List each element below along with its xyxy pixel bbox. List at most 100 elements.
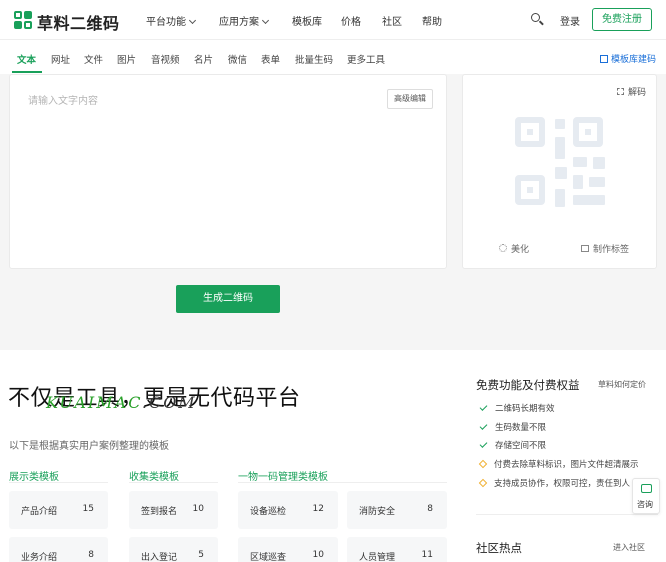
qr-preview-panel: 解码 美化 制作标签 (462, 74, 657, 269)
make-label-text: 制作标签 (593, 245, 630, 255)
consult-label: 咨询 (637, 500, 653, 509)
nav-help[interactable]: 帮助 (422, 13, 442, 28)
template-card-count: 10 (312, 550, 324, 560)
search-icon[interactable] (531, 13, 544, 26)
template-card-label: 人员管理 (359, 553, 396, 562)
enter-community-link[interactable]: 进入社区 (613, 542, 645, 553)
tab-url[interactable]: 网址 (51, 52, 70, 66)
template-card-label: 消防安全 (359, 507, 396, 517)
watermark-part-b: .COM (141, 393, 197, 412)
diamond-icon (478, 459, 488, 469)
tab-wechat[interactable]: 微信 (228, 52, 247, 66)
nav-community[interactable]: 社区 (382, 13, 402, 28)
community-hot-title: 社区热点 (476, 541, 522, 555)
benefit-text: 二维码长期有效 (495, 404, 555, 414)
watermark-part-a: KUAIMAC (46, 393, 142, 412)
benefit-text: 付费去除草料标识，图片文件超清展示 (494, 460, 639, 470)
divider (129, 482, 218, 483)
benefits-title: 免费功能及付费权益 (476, 378, 580, 392)
template-card-label: 产品介绍 (21, 507, 58, 517)
check-icon (479, 440, 488, 448)
template-card[interactable]: 设备巡检 12 (238, 491, 338, 529)
register-button[interactable]: 免费注册 (592, 8, 652, 31)
template-card[interactable]: 出入登记 5 (129, 537, 218, 562)
nav-pricing[interactable]: 价格 (341, 13, 361, 28)
diamond-icon (478, 478, 488, 488)
benefit-text: 生码数量不限 (495, 423, 547, 433)
tab-image[interactable]: 图片 (117, 52, 136, 66)
benefit-item: 生码数量不限 (479, 421, 547, 433)
editor-placeholder: 请输入文字内容 (28, 96, 98, 107)
brand-logo[interactable]: 草料二维码 (14, 8, 119, 33)
tab-more-tools[interactable]: 更多工具 (347, 52, 385, 66)
chat-icon (641, 484, 652, 493)
benefit-text: 存储空间不限 (495, 441, 547, 451)
paid-benefit-item: 支持成员协作，权限可控，责任到人 (478, 477, 631, 489)
paid-benefit-item: 付费去除草料标识，图片文件超清展示 (478, 458, 639, 470)
generate-qr-button[interactable]: 生成二维码 (176, 285, 280, 313)
template-card-label: 设备巡检 (250, 507, 287, 517)
tab-batch[interactable]: 批量生码 (295, 52, 333, 66)
category-display-title[interactable]: 展示类模板 (9, 468, 59, 483)
nav-platform-features[interactable]: 平台功能 (146, 13, 197, 28)
decode-label: 解码 (628, 88, 647, 98)
beautify-label: 美化 (511, 245, 530, 255)
consult-button[interactable]: 咨询 (632, 478, 660, 514)
template-card-count: 11 (421, 550, 433, 560)
top-header: 草料二维码 平台功能 应用方案 模板库 价格 社区 帮助 登录 免费注册 (0, 0, 666, 40)
chevron-down-icon (188, 16, 197, 25)
tab-audio-video[interactable]: 音视频 (151, 52, 180, 66)
content-type-tabs: 文本 网址 文件 图片 音视频 名片 微信 表单 批量生码 更多工具 模板库建码 (0, 40, 666, 74)
login-link[interactable]: 登录 (560, 13, 580, 28)
check-icon (479, 422, 488, 430)
benefit-text: 支持成员协作，权限可控，责任到人 (494, 479, 631, 489)
pricing-link[interactable]: 草料如何定价 (598, 379, 646, 390)
label-icon (581, 245, 589, 252)
watermark: KUAIMAC.COM (46, 393, 197, 412)
tab-text[interactable]: 文本 (17, 52, 36, 66)
category-management-title[interactable]: 一物一码管理类模板 (238, 468, 328, 483)
template-card-count: 8 (427, 504, 433, 514)
nav-solutions[interactable]: 应用方案 (219, 13, 270, 28)
benefit-item: 二维码长期有效 (479, 402, 555, 414)
template-card[interactable]: 人员管理 11 (347, 537, 447, 562)
template-card[interactable]: 签到报名 10 (129, 491, 218, 529)
template-card-count: 15 (82, 504, 94, 514)
beautify-button[interactable]: 美化 (499, 242, 529, 255)
text-editor[interactable]: 请输入文字内容 高级编辑 (9, 74, 447, 269)
qr-logo-icon (14, 11, 32, 29)
advanced-edit-button[interactable]: 高级编辑 (387, 89, 433, 109)
tab-file[interactable]: 文件 (84, 52, 103, 66)
template-card[interactable]: 消防安全 8 (347, 491, 447, 529)
template-create-link[interactable]: 模板库建码 (600, 52, 656, 65)
make-label-button[interactable]: 制作标签 (581, 242, 629, 255)
check-icon (479, 403, 488, 411)
template-card[interactable]: 业务介绍 8 (9, 537, 108, 562)
nav-template-library[interactable]: 模板库 (292, 13, 322, 28)
sparkle-icon (499, 244, 507, 252)
benefit-item: 存储空间不限 (479, 439, 547, 451)
category-collect-title[interactable]: 收集类模板 (129, 468, 179, 483)
template-card-count: 5 (198, 550, 204, 560)
template-link-label: 模板库建码 (611, 55, 657, 65)
tab-form[interactable]: 表单 (261, 52, 280, 66)
template-card[interactable]: 产品介绍 15 (9, 491, 108, 529)
template-card-count: 8 (88, 550, 94, 560)
qr-placeholder-icon (515, 117, 607, 209)
decode-button[interactable]: 解码 (617, 85, 646, 98)
template-card-count: 10 (192, 504, 204, 514)
template-card-label: 业务介绍 (21, 553, 58, 562)
template-card-label: 区域巡查 (250, 553, 287, 562)
templates-subtitle: 以下是根据真实用户案例整理的模板 (9, 441, 169, 452)
template-card-label: 签到报名 (141, 507, 178, 517)
template-card-label: 出入登记 (141, 553, 178, 562)
divider (238, 482, 447, 483)
tab-business-card[interactable]: 名片 (194, 52, 213, 66)
scan-icon (617, 88, 624, 95)
template-card[interactable]: 区域巡查 10 (238, 537, 338, 562)
nav-label: 应用方案 (219, 17, 259, 28)
nav-label: 平台功能 (146, 17, 186, 28)
active-tab-indicator (12, 71, 42, 73)
divider (9, 482, 108, 483)
brand-name: 草料二维码 (37, 14, 120, 33)
